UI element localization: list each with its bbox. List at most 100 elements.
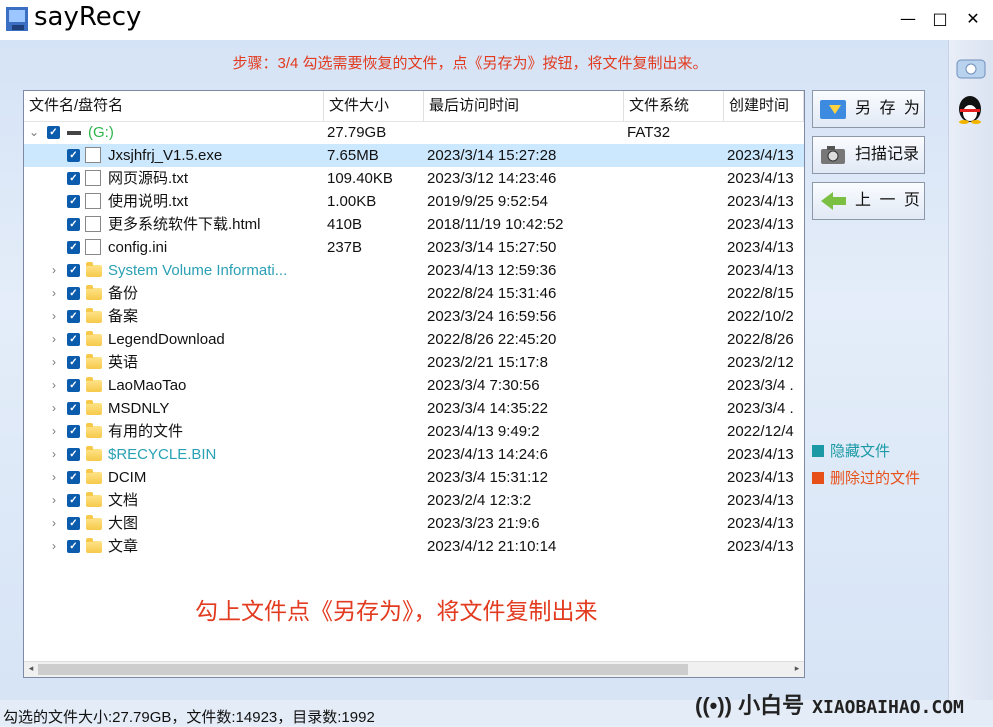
file-name: 更多系统软件下载.html — [108, 216, 261, 233]
expand-arrow-icon[interactable]: › — [48, 374, 60, 397]
folder-row[interactable]: › ✓ System Volume Informati... 2023/4/13 12… — [24, 259, 804, 282]
file-row[interactable]: ✓ 使用说明.txt 1.00KB 2019/9/25 9:52:54 2023/4/1… — [24, 190, 804, 213]
folder-row[interactable]: › ✓ LaoMaoTao 2023/3/4 7:30:56 2023/3/4 . — [24, 374, 804, 397]
checkbox[interactable]: ✓ — [67, 195, 80, 208]
file-name: Jxsjhfrj_V1.5.exe — [108, 147, 223, 164]
expand-arrow-icon[interactable]: › — [48, 282, 60, 305]
folder-row[interactable]: › ✓ DCIM 2023/3/4 15:31:12 2023/4/13 — [24, 466, 804, 489]
folder-row[interactable]: › ✓ 文章 2023/4/12 21:10:14 2023/4/13 — [24, 535, 804, 558]
expand-arrow-icon[interactable]: › — [48, 512, 60, 535]
checkbox[interactable]: ✓ — [67, 149, 80, 162]
folder-icon — [86, 308, 102, 323]
file-created: 2023/4/13 — [727, 193, 794, 210]
drive-icon — [67, 131, 81, 135]
checkbox[interactable]: ✓ — [67, 333, 80, 346]
checkbox[interactable]: ✓ — [67, 425, 80, 438]
checkbox[interactable]: ✓ — [67, 264, 80, 277]
checkbox[interactable]: ✓ — [67, 471, 80, 484]
file-accessed: 2023/3/12 14:23:46 — [427, 170, 557, 187]
folder-name: $RECYCLE.BIN — [108, 446, 217, 463]
folder-accessed: 2023/2/21 15:17:8 — [427, 354, 548, 371]
exe-icon — [85, 147, 101, 163]
checkbox[interactable]: ✓ — [67, 517, 80, 530]
checkbox[interactable]: ✓ — [47, 126, 60, 139]
scroll-right-icon[interactable]: ▸ — [790, 662, 804, 677]
drive-row[interactable]: ⌄ ✓ (G:) 27.79GB FAT32 — [24, 121, 804, 144]
folder-row[interactable]: › ✓ 文档 2023/2/4 12:3:2 2023/4/13 — [24, 489, 804, 512]
checkbox[interactable]: ✓ — [67, 402, 80, 415]
folder-accessed: 2023/4/13 12:59:36 — [427, 262, 557, 279]
folder-name: 英语 — [108, 354, 139, 371]
expand-arrow-icon[interactable]: › — [48, 259, 60, 282]
expand-arrow-icon[interactable]: › — [48, 443, 60, 466]
folder-name: 有用的文件 — [108, 423, 184, 440]
checkbox[interactable]: ✓ — [67, 172, 80, 185]
title-bar: sayRecy — □ ✕ — [0, 0, 993, 40]
expand-arrow-icon[interactable]: › — [48, 489, 60, 512]
status-text: 勾选的文件大小:27.79GB，文件数:14923，目录数:1992 — [3, 709, 375, 726]
checkbox[interactable]: ✓ — [67, 356, 80, 369]
expand-arrow-icon[interactable]: › — [48, 466, 60, 489]
folder-accessed: 2022/8/24 15:31:46 — [427, 285, 557, 302]
folder-row[interactable]: › ✓ 有用的文件 2023/4/13 9:49:2 2022/12/4 — [24, 420, 804, 443]
horizontal-scrollbar[interactable]: ◂ ▸ — [24, 661, 804, 677]
txt-icon — [85, 170, 101, 186]
qq-penguin-icon[interactable] — [955, 92, 985, 124]
expand-arrow-icon[interactable]: › — [48, 328, 60, 351]
folder-row[interactable]: › ✓ 备份 2022/8/24 15:31:46 2022/8/15 — [24, 282, 804, 305]
folder-icon — [86, 423, 102, 438]
file-size: 410B — [327, 216, 363, 233]
expand-arrow-icon[interactable]: › — [48, 420, 60, 443]
column-filesystem[interactable]: 文件系统 — [624, 91, 724, 121]
folder-icon — [86, 492, 102, 507]
expand-arrow-icon[interactable]: › — [48, 351, 60, 374]
checkbox[interactable]: ✓ — [67, 494, 80, 507]
checkbox[interactable]: ✓ — [67, 540, 80, 553]
expand-arrow-icon[interactable]: › — [48, 397, 60, 420]
folder-row[interactable]: › ✓ MSDNLY 2023/3/4 14:35:22 2023/3/4 . — [24, 397, 804, 420]
folder-created: 2023/3/4 . — [727, 400, 794, 417]
folder-row[interactable]: › ✓ LegendDownload 2022/8/26 22:45:20 2022/8… — [24, 328, 804, 351]
file-created: 2023/4/13 — [727, 147, 794, 164]
folder-name: LegendDownload — [108, 331, 225, 348]
expand-arrow-icon[interactable]: › — [48, 535, 60, 558]
folder-name: 文档 — [108, 492, 139, 509]
folder-created: 2023/3/4 . — [727, 377, 794, 394]
column-created[interactable]: 创建时间 — [724, 91, 804, 121]
collapse-arrow-icon[interactable]: ⌄ — [28, 121, 40, 144]
column-size[interactable]: 文件大小 — [324, 91, 424, 121]
column-accessed[interactable]: 最后访问时间 — [424, 91, 624, 121]
drive-tool-icon[interactable] — [953, 50, 989, 86]
folder-row[interactable]: › ✓ 备案 2023/3/24 16:59:56 2022/10/2 — [24, 305, 804, 328]
deleted-swatch — [812, 472, 824, 484]
file-row[interactable]: ✓ 网页源码.txt 109.40KB 2023/3/12 14:23:46 2023/… — [24, 167, 804, 190]
expand-arrow-icon[interactable]: › — [48, 305, 60, 328]
file-tree-view[interactable]: 文件名/盘符名 文件大小 最后访问时间 文件系统 创建时间 ⌄ ✓ (G:) 2… — [23, 90, 805, 678]
scroll-left-icon[interactable]: ◂ — [24, 662, 38, 677]
folder-accessed: 2023/3/24 16:59:56 — [427, 308, 557, 325]
scrollbar-thumb[interactable] — [38, 664, 688, 675]
checkbox[interactable]: ✓ — [67, 218, 80, 231]
folder-row[interactable]: › ✓ 英语 2023/2/21 15:17:8 2023/2/12 — [24, 351, 804, 374]
save-as-button[interactable]: 另 存 为 — [812, 90, 925, 128]
checkbox[interactable]: ✓ — [67, 310, 80, 323]
checkbox[interactable]: ✓ — [67, 448, 80, 461]
save-as-label: 另 存 为 — [855, 100, 922, 117]
folder-row[interactable]: › ✓ 大图 2023/3/23 21:9:6 2023/4/13 — [24, 512, 804, 535]
folder-created: 2023/4/13 — [727, 469, 794, 486]
folder-accessed: 2023/4/13 9:49:2 — [427, 423, 540, 440]
checkbox[interactable]: ✓ — [67, 379, 80, 392]
file-row[interactable]: ✓ 更多系统软件下载.html 410B 2018/11/19 10:42:52 202… — [24, 213, 804, 236]
checkbox[interactable]: ✓ — [67, 287, 80, 300]
checkbox[interactable]: ✓ — [67, 241, 80, 254]
file-row[interactable]: ✓ Jxsjhfrj_V1.5.exe 7.65MB 2023/3/14 15:27:… — [24, 144, 804, 167]
folder-row[interactable]: › ✓ $RECYCLE.BIN 2023/4/13 14:24:6 2023/4/13 — [24, 443, 804, 466]
minimize-button[interactable]: — — [893, 6, 923, 32]
close-button[interactable]: ✕ — [958, 6, 988, 32]
maximize-button[interactable]: □ — [925, 6, 955, 32]
scan-records-button[interactable]: 扫描记录 — [812, 136, 925, 174]
column-name[interactable]: 文件名/盘符名 — [24, 91, 324, 121]
prev-page-button[interactable]: 上 一 页 — [812, 182, 925, 220]
file-row[interactable]: ✓ config.ini 237B 2023/3/14 15:27:50 2023/4/… — [24, 236, 804, 259]
scan-records-label: 扫描记录 — [855, 146, 920, 163]
